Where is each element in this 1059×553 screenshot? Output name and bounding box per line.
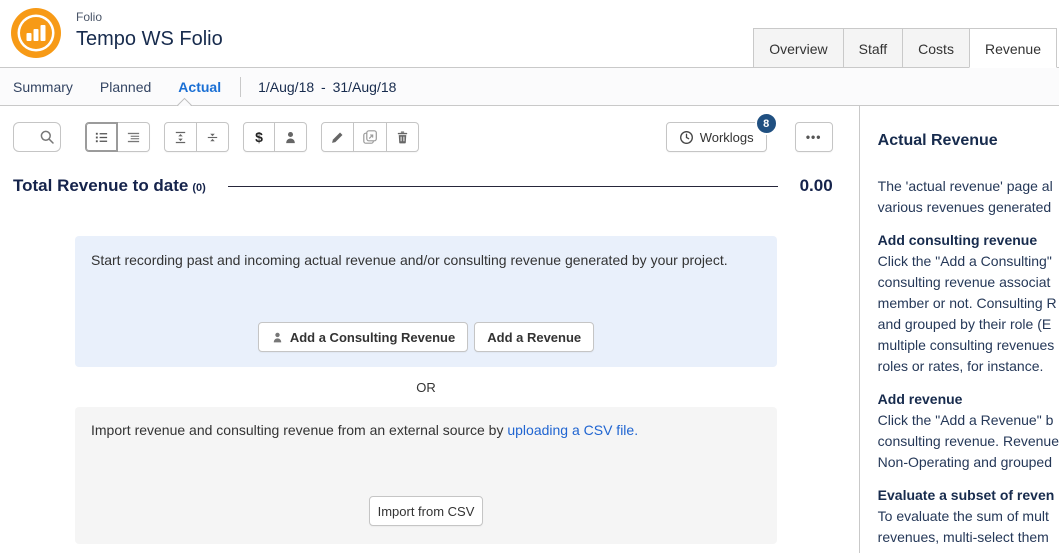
help-line: consulting revenue associat [878,272,1059,293]
more-options-button[interactable]: ••• [795,122,833,152]
app-label: Folio [76,10,223,24]
collapse-all-button[interactable] [197,122,229,152]
currency-icon: $ [255,129,263,145]
import-actions: Import from CSV [91,496,761,526]
total-revenue-value: 0.00 [800,176,833,196]
copy-icon [362,129,378,145]
active-tab-caret [176,97,194,106]
tab-costs[interactable]: Costs [902,28,970,68]
empty-state-box: Start recording past and incoming actual… [75,236,777,367]
view-mode-group [85,122,150,152]
tempo-folio-logo-icon [10,7,62,59]
tab-revenue[interactable]: Revenue [969,28,1057,68]
toolbar-right: Worklogs 8 ••• [666,122,833,152]
add-revenue-label: Add a Revenue [487,330,581,345]
copy-button[interactable] [354,122,387,152]
delete-button[interactable] [387,122,419,152]
display-options-group: $ [243,122,307,152]
help-intro-line: various revenues generated [878,197,1059,218]
help-intro-line: The 'actual revenue' page al [878,176,1059,197]
nav-item-summary[interactable]: Summary [13,79,73,95]
help-line: consulting revenue. Revenue [878,431,1059,452]
nav-item-actual[interactable]: Actual [178,79,221,95]
nav-divider [240,77,241,97]
help-line-shortcut: shift+(j or k). [878,548,1059,553]
help-line: Click the "Add a Consulting" [878,251,1059,272]
delete-icon [395,130,410,145]
top-tabs: Overview Staff Costs Revenue [754,28,1057,68]
person-icon [283,130,298,145]
add-consulting-revenue-label: Add a Consulting Revenue [290,330,455,345]
title-block: Folio Tempo WS Folio [76,10,223,51]
upload-csv-link[interactable]: uploading a CSV file. [507,422,638,438]
currency-toggle-button[interactable]: $ [243,122,275,152]
help-section-heading: Add revenue [878,389,1059,410]
help-line: Non-Operating and grouped [878,452,1059,473]
app-header: Folio Tempo WS Folio Overview Staff Cost… [0,0,1059,68]
worklogs-button[interactable]: Worklogs 8 [666,122,767,152]
empty-state-text: Start recording past and incoming actual… [91,252,761,268]
expand-all-button[interactable] [164,122,197,152]
edit-actions-group [321,122,419,152]
tab-overview[interactable]: Overview [753,28,843,68]
total-revenue-count: (0) [192,182,205,194]
page-title: Tempo WS Folio [76,28,223,51]
help-line: member or not. Consulting R [878,293,1059,314]
main-panel: $ Worklogs [0,106,860,553]
total-revenue-row: Total Revenue to date (0) 0.00 [13,176,833,196]
add-consulting-revenue-button[interactable]: Add a Consulting Revenue [258,322,468,352]
import-from-csv-button[interactable]: Import from CSV [369,496,484,526]
list-view-icon [94,130,109,145]
help-line: multiple consulting revenues [878,335,1059,356]
help-line: roles or rates, for instance. [878,356,1059,377]
total-revenue-label: Total Revenue to date [13,176,188,196]
search-input[interactable] [13,122,61,152]
expand-all-icon [173,130,188,145]
help-section-heading: Evaluate a subset of reven [878,485,1059,506]
help-line: To evaluate the sum of mult [878,506,1059,527]
import-text-prefix: Import revenue and consulting revenue fr… [91,422,507,438]
edit-button[interactable] [321,122,354,152]
import-text: Import revenue and consulting revenue fr… [91,422,761,438]
person-icon [271,331,284,344]
worklogs-count-badge: 8 [755,112,778,135]
sub-nav: Summary Planned Actual 1/Aug/18 - 31/Aug… [0,68,1059,106]
help-panel-title: Actual Revenue [878,132,1059,150]
help-line: and grouped by their role (E [878,314,1059,335]
tab-staff[interactable]: Staff [843,28,904,68]
help-line: revenues, multi-select them [878,527,1059,548]
nav-item-planned[interactable]: Planned [100,79,151,95]
content: $ Worklogs [0,106,1059,553]
help-section-heading: Add consulting revenue [878,230,1059,251]
add-revenue-button[interactable]: Add a Revenue [474,322,594,352]
search-box [13,122,61,152]
toolbar: $ Worklogs [13,120,833,154]
clock-icon [679,130,694,145]
ellipsis-icon: ••• [806,130,822,144]
list-view-button[interactable] [85,122,118,152]
help-panel: Actual Revenue The 'actual revenue' page… [860,106,1059,553]
summary-leader-line [228,186,778,187]
person-toggle-button[interactable] [275,122,307,152]
collapse-all-icon [205,130,220,145]
edit-icon [330,130,345,145]
grouped-view-icon [126,130,141,145]
help-line: Click the "Add a Revenue" b [878,410,1059,431]
expand-collapse-group [164,122,229,152]
grouped-view-button[interactable] [118,122,150,152]
empty-state-actions: Add a Consulting Revenue Add a Revenue [91,322,761,352]
date-range[interactable]: 1/Aug/18 - 31/Aug/18 [258,79,396,95]
or-separator: OR [75,380,777,395]
worklogs-label: Worklogs [700,130,754,145]
import-box: Import revenue and consulting revenue fr… [75,407,777,544]
